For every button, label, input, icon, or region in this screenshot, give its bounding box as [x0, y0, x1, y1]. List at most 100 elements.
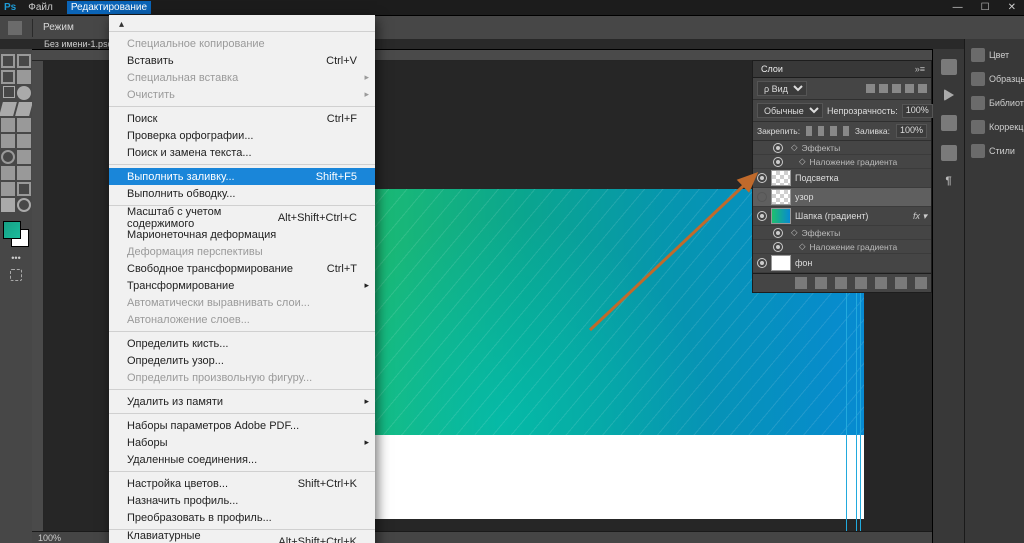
mask-icon[interactable] [835, 277, 847, 289]
layer-name[interactable]: узор [795, 192, 814, 202]
window-close-button[interactable]: ✕ [1004, 2, 1020, 13]
new-layer-icon[interactable] [895, 277, 907, 289]
layer-effect-row[interactable]: ◇ Эффекты [753, 141, 931, 155]
tab-adjustments[interactable]: Коррекция [965, 115, 1024, 139]
tool-eraser[interactable] [1, 134, 15, 148]
layer-row[interactable]: Шапка (градиент) fx ▾ [753, 207, 931, 226]
group-icon[interactable] [875, 277, 887, 289]
menu-file[interactable]: Файл [24, 1, 57, 14]
tool-gradient[interactable] [17, 134, 31, 148]
blend-mode-select[interactable]: Обычные [757, 103, 823, 118]
panel-menu-icon[interactable]: »≡ [909, 61, 931, 77]
window-maximize-button[interactable]: ☐ [977, 2, 994, 13]
menu-item-assign-profile[interactable]: Назначить профиль... [109, 492, 375, 509]
layer-kind-filter[interactable]: ρ Вид [757, 81, 807, 96]
menu-item-define-shape[interactable]: Определить произвольную фигуру... [109, 369, 375, 386]
adjustment-layer-icon[interactable] [855, 277, 867, 289]
tab-layers[interactable]: Слои [753, 61, 791, 77]
tab-libraries[interactable]: Библиотеки [965, 91, 1024, 115]
layer-name[interactable]: Подсветка [795, 173, 839, 183]
window-minimize-button[interactable]: — [949, 2, 967, 13]
menu-item-stroke[interactable]: Выполнить обводку... [109, 185, 375, 202]
visibility-toggle[interactable] [757, 258, 767, 268]
menu-scroll-up-arrow[interactable]: ▴ [109, 18, 375, 31]
menu-item-purge[interactable]: Удалить из памяти [109, 393, 375, 410]
tool-hand[interactable] [1, 198, 15, 212]
tool-stamp[interactable] [1, 118, 15, 132]
menu-item-paste-special[interactable]: Специальная вставка [109, 69, 375, 86]
foreground-color-swatch[interactable] [3, 221, 21, 239]
opacity-field[interactable]: 100% [902, 104, 933, 118]
tool-type[interactable] [17, 166, 31, 180]
menu-item-color-settings[interactable]: Настройка цветов...Shift+Ctrl+K [109, 475, 375, 492]
menu-item-paste[interactable]: ВставитьCtrl+V [109, 52, 375, 69]
tool-history-brush[interactable] [17, 118, 31, 132]
filter-icon[interactable] [918, 84, 927, 93]
tool-path[interactable] [1, 182, 15, 196]
layer-thumbnail[interactable] [771, 208, 791, 224]
menu-item-copy-special[interactable]: Специальное копирование [109, 35, 375, 52]
lock-all-icon[interactable] [843, 126, 849, 136]
tab-styles[interactable]: Стили [965, 139, 1024, 163]
ruler-vertical[interactable] [32, 61, 44, 531]
panel-icon-character[interactable] [941, 145, 957, 161]
tool-crop[interactable] [1, 86, 15, 100]
tool-shape[interactable] [17, 182, 31, 196]
lock-position-icon[interactable] [830, 126, 836, 136]
menu-item-find-replace[interactable]: Поиск и замена текста... [109, 144, 375, 161]
menu-item-search[interactable]: ПоискCtrl+F [109, 110, 375, 127]
menu-item-puppet-warp[interactable]: Марионеточная деформация [109, 226, 375, 243]
filter-icon[interactable] [905, 84, 914, 93]
menu-item-auto-align[interactable]: Автоматически выравнивать слои... [109, 294, 375, 311]
layer-thumbnail[interactable] [771, 255, 791, 271]
layer-name[interactable]: Шапка (градиент) [795, 211, 868, 221]
tool-blur[interactable] [1, 150, 15, 164]
toolbar-more[interactable]: ••• [11, 253, 20, 263]
tool-move[interactable] [1, 54, 15, 68]
layer-thumbnail[interactable] [771, 189, 791, 205]
panel-icon-history[interactable] [941, 115, 957, 131]
fx-icon[interactable] [815, 277, 827, 289]
tool-brush[interactable] [15, 102, 33, 116]
visibility-toggle[interactable] [773, 242, 783, 252]
fx-badge[interactable]: fx ▾ [913, 211, 927, 222]
menu-item-keyboard-shortcuts[interactable]: Клавиатурные сокращения...Alt+Shift+Ctrl… [109, 533, 375, 543]
lock-paint-icon[interactable] [818, 126, 824, 136]
layer-effect-row[interactable]: ◇ Наложение градиента [753, 155, 931, 169]
current-tool-icon[interactable] [8, 21, 22, 35]
visibility-toggle[interactable] [773, 143, 783, 153]
filter-icon[interactable] [879, 84, 888, 93]
menu-item-define-pattern[interactable]: Определить узор... [109, 352, 375, 369]
zoom-level[interactable]: 100% [38, 533, 61, 543]
visibility-toggle[interactable] [773, 228, 783, 238]
layer-effect-row[interactable]: ◇ Наложение градиента [753, 240, 931, 254]
menu-item-fill[interactable]: Выполнить заливку...Shift+F5 [109, 168, 375, 185]
tab-swatches[interactable]: Образцы [965, 67, 1024, 91]
layer-name[interactable]: фон [795, 258, 812, 268]
quick-mask-toggle[interactable] [10, 269, 22, 281]
menu-item-convert-profile[interactable]: Преобразовать в профиль... [109, 509, 375, 526]
visibility-toggle[interactable] [757, 173, 767, 183]
tab-color[interactable]: Цвет [965, 43, 1024, 67]
menu-item-presets[interactable]: Наборы [109, 434, 375, 451]
panel-icon-paragraph[interactable]: ¶ [941, 175, 957, 191]
tool-zoom[interactable] [17, 198, 31, 212]
foreground-background-swatches[interactable] [3, 221, 29, 247]
layer-thumbnail[interactable] [771, 170, 791, 186]
tool-lasso[interactable] [17, 70, 31, 84]
layer-row[interactable]: узор [753, 188, 931, 207]
tool-healing[interactable] [0, 102, 17, 116]
menu-item-content-aware-scale[interactable]: Масштаб с учетом содержимогоAlt+Shift+Ct… [109, 209, 375, 226]
panel-icon-actions[interactable] [944, 89, 954, 101]
menu-item-define-brush[interactable]: Определить кисть... [109, 335, 375, 352]
menu-item-transform[interactable]: Трансформирование [109, 277, 375, 294]
menu-item-spellcheck[interactable]: Проверка орфографии... [109, 127, 375, 144]
visibility-toggle[interactable] [757, 192, 767, 202]
filter-icon[interactable] [866, 84, 875, 93]
panel-icon-properties[interactable] [941, 59, 957, 75]
visibility-toggle[interactable] [773, 157, 783, 167]
tool-marquee[interactable] [1, 70, 15, 84]
delete-layer-icon[interactable] [915, 277, 927, 289]
tool-pen[interactable] [1, 166, 15, 180]
layer-row[interactable]: фон [753, 254, 931, 273]
